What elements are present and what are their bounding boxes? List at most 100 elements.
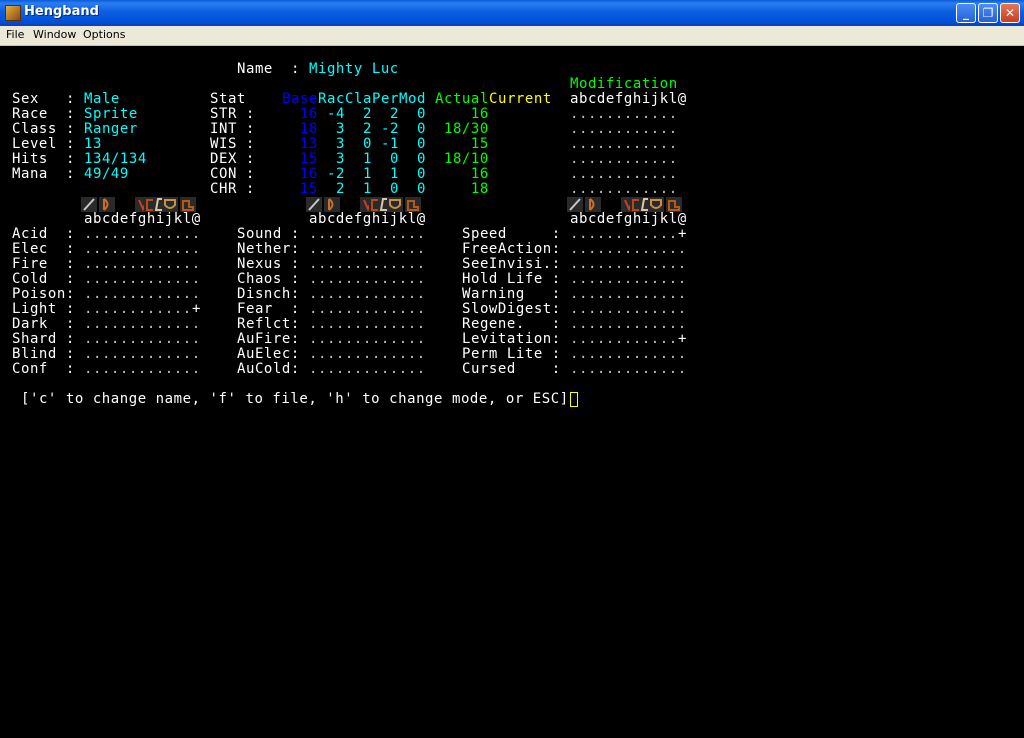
resist-label: Disnch:: [237, 286, 300, 302]
name-label: Name: [237, 61, 273, 77]
resist-label: Levitation:: [462, 331, 561, 347]
stat-class: 2: [345, 121, 372, 137]
modification-row: ............: [570, 136, 678, 152]
menu-file[interactable]: File: [6, 28, 24, 41]
resist-flags: .............: [309, 286, 426, 302]
boots-icon: [180, 197, 196, 212]
stat-personality: 0: [372, 151, 399, 167]
stat-modifier: 0: [399, 136, 426, 152]
info-value-class: Ranger: [84, 121, 138, 137]
resist-label: Nether:: [237, 241, 300, 257]
shield-icon: [648, 197, 664, 212]
app-icon: [5, 5, 21, 21]
modifier-header: Mod: [399, 91, 426, 107]
resist-label: Fear :: [237, 301, 300, 317]
current-header: Current: [489, 91, 552, 107]
resist-label: AuFire:: [237, 331, 300, 347]
modification-row: ............: [570, 106, 678, 122]
resist-flags: ............: [570, 331, 687, 347]
modification-row: ............: [570, 151, 678, 167]
restore-button[interactable]: ❐: [978, 3, 998, 23]
resist-label: Blind :: [12, 346, 75, 362]
resist-flags: .............: [570, 346, 687, 362]
resist-label: Conf :: [12, 361, 75, 377]
resist-flags: .............: [309, 331, 426, 347]
stat-actual: 16: [435, 166, 489, 182]
stat-race: 3: [318, 121, 345, 137]
resist-label: Reflct:: [237, 316, 300, 332]
text-cursor: [570, 392, 578, 407]
resist-label: Cursed :: [462, 361, 561, 377]
info-value-level: 13: [84, 136, 102, 152]
info-colon: :: [66, 91, 75, 107]
resist-flags: .............: [84, 241, 201, 257]
menu-options[interactable]: Options: [83, 28, 125, 41]
resist-label: Warning :: [462, 286, 561, 302]
resist-flag-plus: +: [678, 226, 687, 242]
resist-flags: .............: [84, 316, 201, 332]
sword-icon: [81, 197, 97, 212]
info-label-level: Level: [12, 136, 57, 152]
stat-name-str: STR :: [210, 106, 255, 122]
info-colon: :: [66, 106, 75, 122]
stat-personality: 1: [372, 166, 399, 182]
modification-slot-letters: abcdefghijkl@: [570, 91, 687, 107]
stat-class: 1: [345, 151, 372, 167]
sword-icon: [306, 197, 322, 212]
sword-icon: [567, 197, 583, 212]
resist-flags: .............: [570, 316, 687, 332]
resist-flags: .............: [570, 301, 687, 317]
personality-header: Per: [372, 91, 399, 107]
base-header: Base: [282, 91, 318, 107]
resist-label: Hold Life :: [462, 271, 561, 287]
info-value-hits: 134/134: [84, 151, 147, 167]
resist-label: Cold :: [12, 271, 75, 287]
stat-actual: 18/10: [435, 151, 489, 167]
resist-flags: .............: [309, 241, 426, 257]
stat-class: 0: [345, 136, 372, 152]
class-header: Cla: [345, 91, 372, 107]
menu-window[interactable]: Window: [33, 28, 76, 41]
stat-base: 18: [282, 121, 318, 137]
resist-flags: .............: [309, 346, 426, 362]
bow-icon: [324, 197, 340, 212]
minimize-button[interactable]: _: [956, 3, 976, 23]
minimize-icon: _: [963, 6, 969, 20]
stat-actual: 15: [435, 136, 489, 152]
resist-flag-plus: +: [192, 301, 201, 317]
resist-flags: .............: [570, 241, 687, 257]
stat-modifier: 0: [399, 166, 426, 182]
resist-label: Shard :: [12, 331, 75, 347]
info-label-mana: Mana: [12, 166, 48, 182]
resist-label: AuElec:: [237, 346, 300, 362]
resist-label: Perm Lite :: [462, 346, 561, 362]
modification-row: ............: [570, 166, 678, 182]
resist-flags: .............: [309, 256, 426, 272]
modification-title: Modification: [570, 76, 678, 92]
resist-flags: .............: [309, 361, 426, 377]
modification-row: ............: [570, 121, 678, 137]
resist-label: Acid :: [12, 226, 75, 242]
shield-icon: [387, 197, 403, 212]
name-colon: :: [291, 61, 300, 77]
terminal: Name: Mighty Luc Sex: Male Race: Sprite Class:…: [0, 46, 1024, 738]
resist-label: Regene. :: [462, 316, 561, 332]
bow-icon: [585, 197, 601, 212]
stat-personality: -1: [372, 136, 399, 152]
stat-class: 1: [345, 181, 372, 197]
stat-actual: 18: [435, 181, 489, 197]
resist-flags: .............: [309, 271, 426, 287]
stat-actual: 16: [435, 106, 489, 122]
resist-flags: .............: [84, 361, 201, 377]
info-value-sex: Male: [84, 91, 120, 107]
stat-personality: 0: [372, 181, 399, 197]
resist-label: SlowDigest:: [462, 301, 561, 317]
info-label-hits: Hits: [12, 151, 48, 167]
title-bar: Hengband _ ❐ ✕: [0, 0, 1024, 26]
close-button[interactable]: ✕: [1000, 3, 1020, 23]
resist-flags: .............: [570, 286, 687, 302]
race-header: Rac: [318, 91, 345, 107]
boots-icon: [666, 197, 682, 212]
stat-race: -2: [318, 166, 345, 182]
resist-flag-plus: +: [678, 331, 687, 347]
